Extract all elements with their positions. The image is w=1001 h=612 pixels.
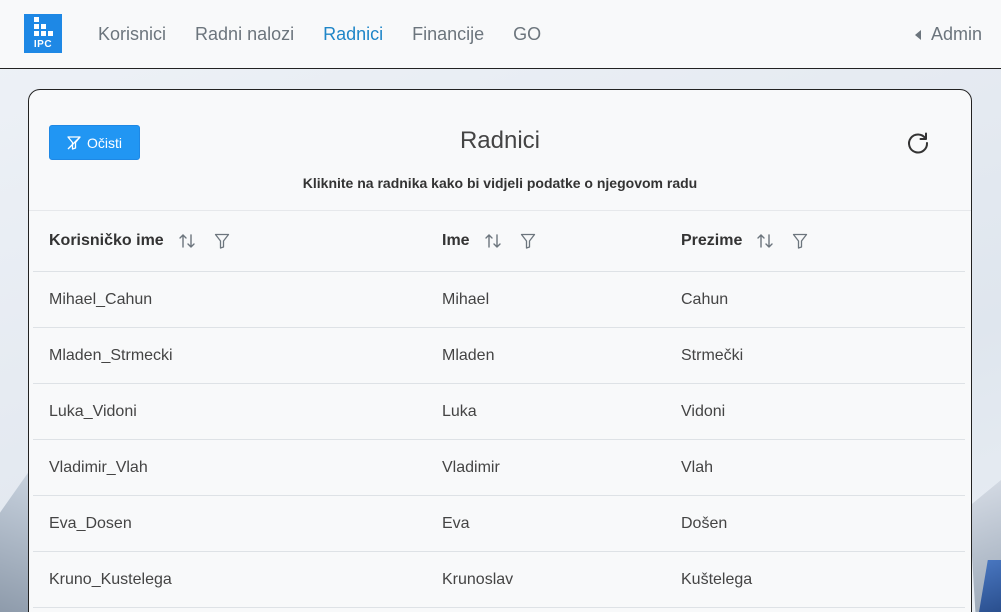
cell-first-name: Krunoslav — [442, 571, 514, 588]
cell-first-name: Mladen — [442, 347, 495, 364]
cell-last-name: Strmečki — [681, 347, 744, 364]
table-header: Korisničko ime Ime Prezime — [33, 211, 965, 272]
column-header-last-name[interactable]: Prezime — [681, 232, 808, 250]
cell-last-name: Vidoni — [681, 403, 726, 420]
background-decoration-left — [0, 470, 30, 612]
logo-icon[interactable]: IPC — [24, 14, 62, 53]
column-header-username[interactable]: Korisničko ime — [49, 232, 230, 250]
table-row[interactable]: Kruno_Kustelega Krunoslav Kuštelega — [33, 552, 965, 608]
cell-username: Eva_Dosen — [49, 515, 132, 532]
column-header-label: Prezime — [681, 232, 743, 249]
cell-username: Luka_Vidoni — [49, 403, 137, 420]
top-navbar: IPC Korisnici Radni nalozi Radnici Finan… — [0, 0, 1001, 69]
filter-icon[interactable] — [214, 233, 230, 249]
page-title: Radnici — [459, 127, 541, 154]
cell-first-name: Luka — [442, 403, 477, 420]
sort-icon[interactable] — [484, 232, 502, 250]
column-header-label: Korisničko ime — [49, 232, 164, 249]
table-body: Mihael_Cahun Mihael Cahun Mladen_Strmeck… — [33, 272, 965, 608]
cell-last-name: Došen — [681, 515, 728, 532]
table-row[interactable]: Luka_Vidoni Luka Vidoni — [33, 384, 965, 440]
user-menu[interactable]: Admin — [914, 0, 982, 69]
cell-username: Mihael_Cahun — [49, 291, 153, 308]
cell-username: Vladimir_Vlah — [49, 459, 148, 476]
workers-table: Korisničko ime Ime Prezime Mihael_Cahun … — [33, 211, 965, 608]
column-header-first-name[interactable]: Ime — [442, 232, 536, 250]
table-row[interactable]: Vladimir_Vlah Vladimir Vlah — [33, 440, 965, 496]
cell-last-name: Vlah — [681, 459, 714, 476]
nav-link-radnici[interactable]: Radnici — [323, 24, 383, 45]
nav-link-financije[interactable]: Financije — [412, 24, 484, 45]
sort-icon[interactable] — [756, 232, 774, 250]
cell-first-name: Mihael — [442, 291, 490, 308]
nav-link-korisnici[interactable]: Korisnici — [98, 24, 166, 45]
column-header-label: Ime — [442, 232, 470, 249]
caret-left-icon — [914, 29, 921, 40]
cell-last-name: Cahun — [681, 291, 729, 308]
user-name: Admin — [930, 24, 982, 44]
page-subtitle: Kliknite na radnika kako bi vidjeli poda… — [302, 175, 698, 191]
workers-card: Očisti Radnici Kliknite na radnika kako … — [28, 89, 972, 612]
table-row[interactable]: Eva_Dosen Eva Došen — [33, 496, 965, 552]
cell-username: Mladen_Strmecki — [49, 347, 173, 364]
cell-first-name: Eva — [442, 515, 470, 532]
cell-first-name: Vladimir — [442, 459, 500, 476]
table-row[interactable]: Mihael_Cahun Mihael Cahun — [33, 272, 965, 328]
filter-icon[interactable] — [520, 233, 536, 249]
logo-text: IPC — [33, 39, 53, 50]
cell-last-name: Kuštelega — [681, 571, 753, 588]
nav-link-go[interactable]: GO — [513, 24, 541, 45]
nav-link-radni-nalozi[interactable]: Radni nalozi — [195, 24, 294, 45]
cell-username: Kruno_Kustelega — [49, 571, 172, 588]
filter-icon[interactable] — [792, 233, 808, 249]
refresh-icon[interactable] — [905, 130, 931, 156]
sort-icon[interactable] — [178, 232, 196, 250]
logo-grid-icon — [33, 17, 53, 36]
table-row[interactable]: Mladen_Strmecki Mladen Strmečki — [33, 328, 965, 384]
nav-links: Korisnici Radni nalozi Radnici Financije… — [98, 0, 570, 69]
